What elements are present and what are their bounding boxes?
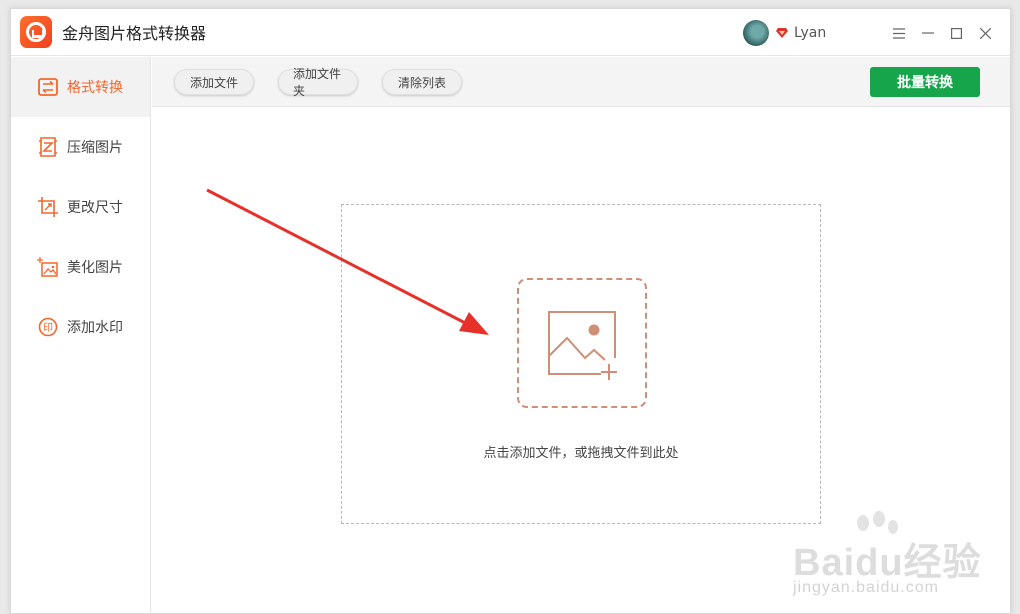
- watermark-url: jingyan.baidu.com: [793, 579, 939, 596]
- watermark-brand: Baidu经验: [793, 542, 982, 584]
- baidu-watermark: Baidu经验 jingyan.baidu.com: [783, 509, 1003, 605]
- app-window: 金舟图片格式转换器 Lyan 格式转换 压缩图片 更改尺寸 美化图片 印 添加水…: [10, 8, 1011, 614]
